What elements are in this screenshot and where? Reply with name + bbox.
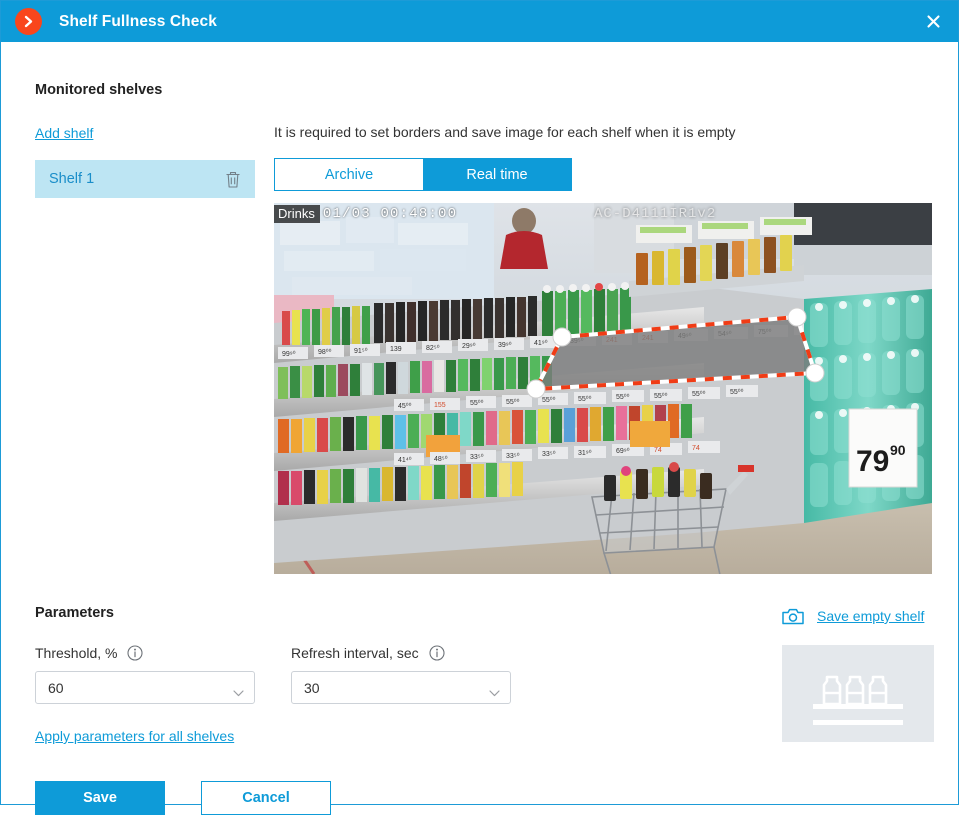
zone-handle-top-left[interactable] (552, 327, 572, 347)
mode-tabs: Archive Real time (274, 158, 572, 191)
dialog-footer: Save Cancel (35, 781, 331, 815)
save-button[interactable]: Save (35, 781, 165, 815)
threshold-value: 60 (48, 679, 64, 696)
parameters-row: Threshold, % 60 Refresh interval, sec 30 (35, 645, 555, 704)
dialog-body: Monitored shelves Add shelf Shelf 1 It i… (1, 42, 958, 815)
refresh-interval-value: 30 (304, 679, 320, 696)
close-icon (926, 14, 941, 29)
shelf-fullness-dialog: Shelf Fullness Check Monitored shelves A… (0, 0, 959, 815)
threshold-label: Threshold, % (35, 645, 118, 661)
monitored-shelves-panel: Monitored shelves Add shelf Shelf 1 (35, 82, 255, 198)
monitored-shelves-heading: Monitored shelves (35, 82, 163, 98)
add-shelf-link[interactable]: Add shelf (35, 125, 93, 141)
close-button[interactable] (908, 1, 958, 42)
refresh-interval-label-row: Refresh interval, sec (291, 645, 511, 661)
save-empty-shelf-row[interactable]: Save empty shelf (782, 607, 934, 625)
empty-shelf-panel: Save empty shelf (782, 607, 934, 742)
shelf-list-item-shelf-1[interactable]: Shelf 1 (35, 160, 255, 198)
threshold-field: Threshold, % 60 (35, 645, 255, 704)
zone-handle-bottom-right[interactable] (805, 363, 825, 383)
camera-preview[interactable]: 99⁹⁰98⁰⁰91⁵⁰ 13982⁵⁰29⁹⁰ 39⁹⁰41⁹⁰39⁵⁰ 24… (274, 203, 932, 574)
trash-icon[interactable] (224, 170, 242, 189)
tab-archive[interactable]: Archive (275, 159, 423, 190)
threshold-label-row: Threshold, % (35, 645, 255, 661)
chevron-down-icon (489, 684, 500, 697)
info-icon[interactable] (127, 645, 144, 661)
apply-parameters-all-shelves-link[interactable]: Apply parameters for all shelves (35, 728, 234, 744)
info-icon[interactable] (429, 645, 445, 661)
tab-real-time[interactable]: Real time (423, 159, 571, 190)
refresh-interval-field: Refresh interval, sec 30 (291, 645, 511, 704)
title-bar: Shelf Fullness Check (1, 1, 958, 42)
empty-shelf-thumbnail (782, 645, 934, 742)
camera-icon (782, 607, 804, 625)
chevron-down-icon (233, 684, 244, 697)
shelf-with-bottles-icon (813, 675, 903, 725)
shelf-item-label: Shelf 1 (49, 171, 95, 187)
shelf-border-polygon[interactable] (274, 203, 932, 574)
video-panel: It is required to set borders and save i… (274, 42, 932, 574)
parameters-heading: Parameters (35, 605, 114, 621)
page-title: Shelf Fullness Check (59, 12, 217, 30)
save-empty-shelf-link[interactable]: Save empty shelf (817, 608, 924, 624)
chevron-right-circle-icon (15, 8, 42, 35)
zone-handle-bottom-left[interactable] (526, 379, 546, 399)
threshold-select[interactable]: 60 (35, 671, 255, 704)
refresh-interval-select[interactable]: 30 (291, 671, 511, 704)
cancel-button[interactable]: Cancel (201, 781, 331, 815)
instruction-text: It is required to set borders and save i… (274, 124, 736, 140)
zone-handle-top-right[interactable] (787, 307, 807, 327)
shelf-list: Shelf 1 (35, 160, 255, 198)
parameters-panel: Parameters Threshold, % 60 Refresh inter… (35, 605, 555, 746)
refresh-interval-label: Refresh interval, sec (291, 645, 419, 661)
